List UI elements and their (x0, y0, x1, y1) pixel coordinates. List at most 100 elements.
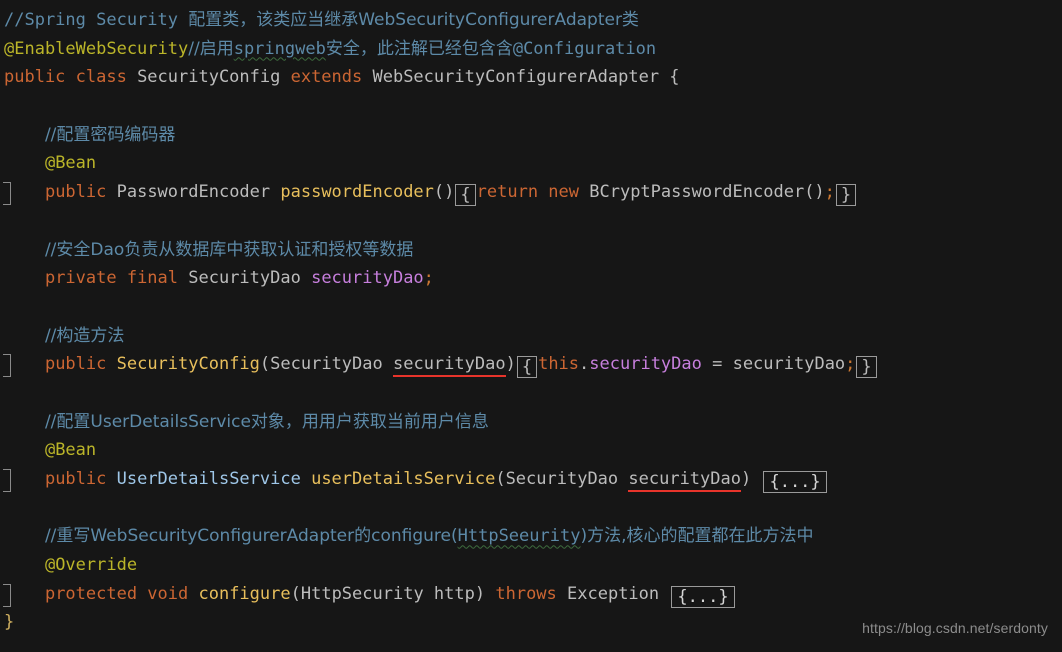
code-line[interactable] (0, 379, 1062, 408)
code-line[interactable]: //构造方法 (0, 322, 1062, 351)
code-token: ; (824, 182, 835, 203)
code-token: ( (290, 583, 301, 604)
code-token: userDetailsService (311, 469, 496, 489)
code-line[interactable]: //配置UserDetailsService对象，用用户获取当前用户信息 (0, 408, 1062, 437)
code-token: //配置密码编码器 (44, 124, 176, 145)
code-token: BCryptPasswordEncoder (589, 182, 805, 203)
code-line[interactable]: public SecurityConfig(SecurityDao securi… (0, 350, 1062, 379)
code-line[interactable]: //安全Dao负责从数据库中获取认证和授权等数据 (0, 236, 1062, 265)
code-line[interactable] (0, 207, 1062, 236)
code-token: WebSecurityConfigurerAdapter (372, 67, 670, 88)
code-content[interactable]: //Spring Security 配置类，该类应当继承WebSecurityC… (0, 6, 1062, 637)
code-line[interactable]: //配置密码编码器 (0, 121, 1062, 150)
code-token: } (835, 184, 857, 207)
code-token: @Configuration (512, 38, 657, 59)
code-line[interactable]: public PasswordEncoder passwordEncoder()… (0, 178, 1062, 207)
code-token: SecurityDao (505, 469, 629, 489)
code-line[interactable] (0, 494, 1062, 523)
code-token: HttpSecurity (300, 583, 434, 604)
code-token: securityDao (589, 354, 702, 375)
code-token: passwordEncoder (280, 182, 434, 203)
code-token: public class (4, 67, 138, 88)
code-line[interactable]: public UserDetailsService userDetailsSer… (0, 465, 1062, 494)
code-token: { (669, 67, 680, 88)
code-token: )方法,核心的配置都在此方法中 (580, 526, 814, 547)
code-token: new (548, 182, 590, 203)
code-token: http (433, 583, 475, 604)
code-line[interactable]: @Bean (0, 149, 1062, 178)
code-token: configure (198, 583, 291, 604)
watermark-url: https://blog.csdn.net/serdonty (862, 620, 1048, 637)
code-token: //Spring Security (4, 10, 189, 30)
code-token: ( (259, 354, 271, 375)
code-line[interactable]: private final SecurityDao securityDao; (0, 264, 1062, 293)
code-token: . (579, 354, 590, 375)
code-token: ( (495, 469, 506, 489)
code-token: @Override (44, 555, 138, 576)
code-token: HttpSeeurity (457, 526, 581, 547)
code-token: public (44, 354, 117, 375)
code-token: } (856, 356, 877, 379)
code-token: SecurityDao (188, 268, 312, 289)
code-token: PasswordEncoder (116, 182, 281, 203)
code-token: UserDetailsService (116, 469, 312, 489)
code-token: ) (505, 354, 516, 375)
code-line[interactable]: //重写WebSecurityConfigurerAdapter的configu… (0, 522, 1062, 551)
code-token: //配置UserDetailsService对象，用用户获取当前用户信息 (44, 411, 489, 432)
code-line[interactable]: @Bean (0, 436, 1062, 465)
code-token: this (538, 354, 580, 375)
code-token: SecurityConfig (137, 67, 291, 88)
code-token: ; (845, 354, 856, 375)
code-token: private final (44, 268, 189, 289)
code-line[interactable]: public class SecurityConfig extends WebS… (0, 63, 1062, 92)
code-token: { (516, 356, 538, 379)
code-line[interactable]: //Spring Security 配置类，该类应当继承WebSecurityC… (0, 6, 1062, 35)
code-token: @EnableWebSecurity (4, 38, 189, 59)
code-token: Exception (567, 583, 670, 604)
code-token: throws (495, 583, 568, 604)
code-token: () (804, 182, 825, 203)
code-token: {...} (763, 471, 827, 493)
code-token: ) (740, 469, 762, 489)
code-token: @Bean (44, 153, 97, 174)
code-token: securityDao (392, 354, 506, 378)
code-token: 配置类，该类应当继承WebSecurityConfigurerAdapter类 (188, 10, 639, 30)
code-line[interactable] (0, 92, 1062, 121)
code-token: @Bean (44, 440, 97, 461)
code-token: { (455, 184, 476, 207)
code-token: public (44, 469, 117, 489)
code-line[interactable] (0, 293, 1062, 322)
code-token: //启用 (188, 38, 234, 59)
code-token: securityDao (628, 469, 741, 492)
code-token: //安全Dao负责从数据库中获取认证和授权等数据 (44, 239, 414, 260)
code-token: SecurityDao (270, 354, 393, 375)
code-token: public (44, 182, 117, 203)
code-token: SecurityConfig (116, 354, 260, 375)
code-token: ; (423, 268, 434, 289)
code-token: protected void (44, 583, 199, 604)
code-token: 安全，此注解已经包含含 (325, 38, 513, 59)
code-token: return (476, 182, 549, 203)
code-token: } (4, 612, 15, 633)
code-token: //重写WebSecurityConfigurerAdapter的configu… (44, 526, 458, 547)
code-token: springweb (233, 38, 326, 59)
code-token: () (433, 182, 455, 203)
code-editor[interactable]: //Spring Security 配置类，该类应当继承WebSecurityC… (0, 0, 1062, 652)
code-token: = securityDao (701, 354, 846, 375)
code-line[interactable]: protected void configure(HttpSecurity ht… (0, 580, 1062, 609)
code-token: extends (290, 67, 373, 88)
code-token: //构造方法 (44, 325, 125, 346)
code-token: {...} (671, 585, 735, 608)
code-line[interactable]: @Override (0, 551, 1062, 580)
code-line[interactable]: @EnableWebSecurity//启用springweb安全，此注解已经包… (0, 35, 1062, 64)
